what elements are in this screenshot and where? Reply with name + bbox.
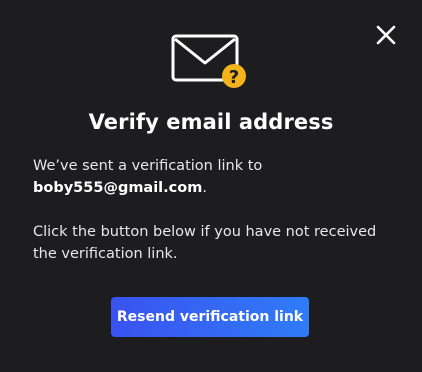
resend-help-message: Click the button below if you have not r…: [33, 224, 377, 262]
email-suffix: .: [202, 180, 207, 196]
verification-sent-message: We’ve sent a verification link to boby55…: [33, 155, 395, 199]
verification-sent-text: We’ve sent a verification link to: [33, 158, 263, 174]
email-address: boby555@gmail.com: [33, 180, 203, 196]
verify-email-modal: ? Verify email address We’ve sent a veri…: [0, 0, 422, 372]
modal-title: Verify email address: [88, 110, 334, 134]
mail-question-icon: ?: [171, 32, 251, 92]
svg-text:?: ?: [229, 67, 239, 88]
close-button[interactable]: [372, 21, 400, 49]
close-icon: [376, 25, 396, 45]
resend-verification-button[interactable]: Resend verification link: [111, 297, 309, 337]
modal-body: We’ve sent a verification link to boby55…: [33, 155, 395, 265]
